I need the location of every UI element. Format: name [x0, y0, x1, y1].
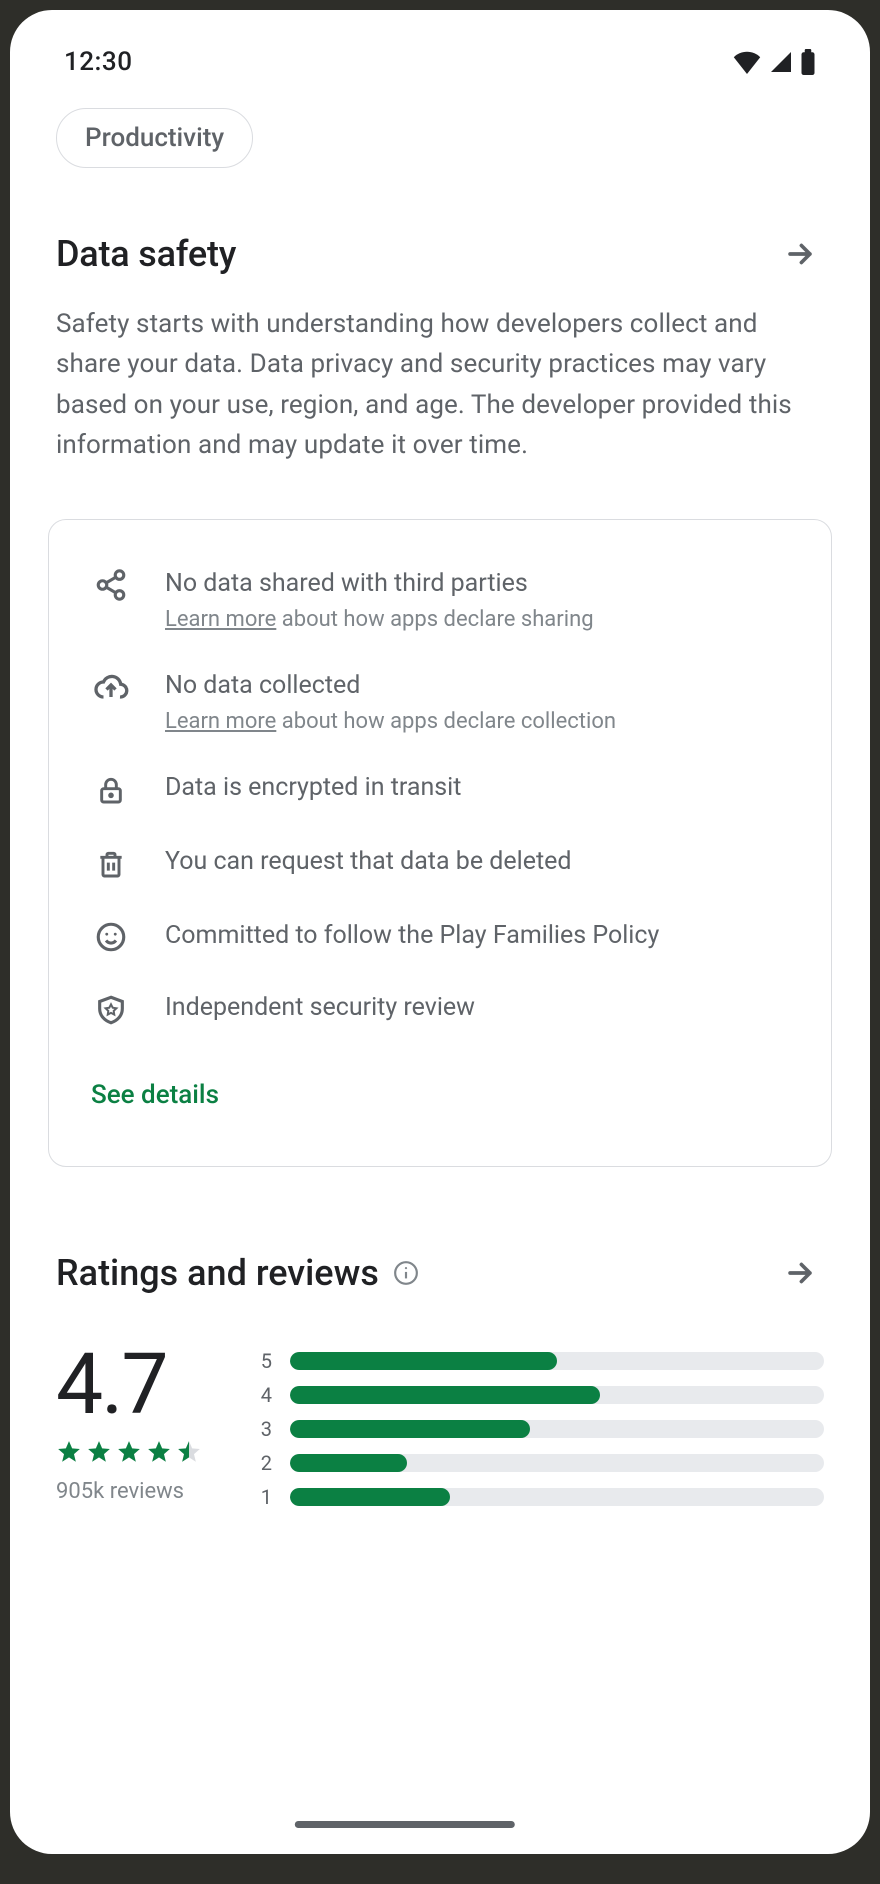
device-button	[872, 980, 880, 1110]
battery-icon	[800, 49, 816, 75]
data-safety-card: No data shared with third parties Learn …	[48, 519, 832, 1167]
review-count: 905k reviews	[56, 1479, 202, 1504]
data-safety-title: Data safety	[56, 233, 236, 275]
learn-more-link[interactable]: Learn more	[165, 709, 276, 734]
rating-bars: 5 4 3 2 1	[256, 1345, 824, 1509]
status-time: 12:30	[64, 47, 132, 77]
ratings-title: Ratings and reviews	[56, 1252, 379, 1294]
data-safety-row-sharing: No data shared with third parties Learn …	[91, 566, 789, 632]
ratings-body: 4.7 905k reviews 5 4	[56, 1345, 824, 1509]
data-safety-row-text: You can request that data be deleted	[165, 844, 572, 882]
data-safety-row-deletion: You can request that data be deleted	[91, 844, 789, 882]
data-safety-row-text: Data is encrypted in transit	[165, 770, 461, 808]
data-safety-header[interactable]: Data safety	[46, 230, 834, 278]
share-icon	[91, 566, 131, 632]
learn-more-link[interactable]: Learn more	[165, 607, 276, 632]
see-details-button[interactable]: See details	[91, 1080, 789, 1110]
scroll-indicator	[295, 1821, 515, 1828]
star-icon	[86, 1439, 112, 1465]
rating-bar-5: 5	[256, 1349, 824, 1373]
data-safety-row-text: No data shared with third parties	[165, 566, 594, 601]
trash-icon	[91, 844, 131, 882]
cloud-upload-icon	[91, 668, 131, 734]
data-safety-description: Safety starts with understanding how dev…	[46, 278, 834, 465]
bar-fill	[290, 1386, 600, 1404]
star-half-icon	[176, 1439, 202, 1465]
arrow-right-icon[interactable]	[776, 230, 824, 278]
star-icon	[146, 1439, 172, 1465]
data-safety-row-collection: No data collected Learn more about how a…	[91, 668, 789, 734]
bar-fill	[290, 1488, 450, 1506]
bar-fill	[290, 1352, 557, 1370]
data-safety-row-text: Independent security review	[165, 990, 475, 1028]
data-safety-row-subtext: Learn more about how apps declare sharin…	[165, 607, 594, 632]
star-icon	[56, 1439, 82, 1465]
rating-bar-2: 2	[256, 1451, 824, 1475]
data-safety-row-text: Committed to follow the Play Families Po…	[165, 918, 659, 954]
arrow-right-icon[interactable]	[776, 1249, 824, 1297]
ratings-header[interactable]: Ratings and reviews	[56, 1249, 824, 1297]
face-child-icon	[91, 918, 131, 954]
rating-bar-3: 3	[256, 1417, 824, 1441]
rating-stars	[56, 1439, 202, 1465]
shield-star-icon	[91, 990, 131, 1028]
data-safety-row-encryption: Data is encrypted in transit	[91, 770, 789, 808]
star-icon	[116, 1439, 142, 1465]
data-safety-row-families: Committed to follow the Play Families Po…	[91, 918, 789, 954]
cell-signal-icon	[768, 50, 794, 74]
category-chip-productivity[interactable]: Productivity	[56, 108, 253, 168]
status-icons	[732, 49, 816, 75]
bar-fill	[290, 1454, 407, 1472]
rating-bar-1: 1	[256, 1485, 824, 1509]
lock-icon	[91, 770, 131, 808]
chip-row: Productivity	[46, 108, 834, 168]
data-safety-row-security-review: Independent security review	[91, 990, 789, 1028]
status-bar: 12:30	[46, 38, 834, 86]
data-safety-row-text: No data collected	[165, 668, 616, 703]
wifi-icon	[732, 50, 762, 74]
data-safety-row-subtext: Learn more about how apps declare collec…	[165, 709, 616, 734]
bar-fill	[290, 1420, 530, 1438]
info-icon[interactable]	[393, 1260, 419, 1286]
device-button	[872, 870, 880, 940]
rating-score: 4.7	[56, 1345, 202, 1425]
rating-bar-4: 4	[256, 1383, 824, 1407]
